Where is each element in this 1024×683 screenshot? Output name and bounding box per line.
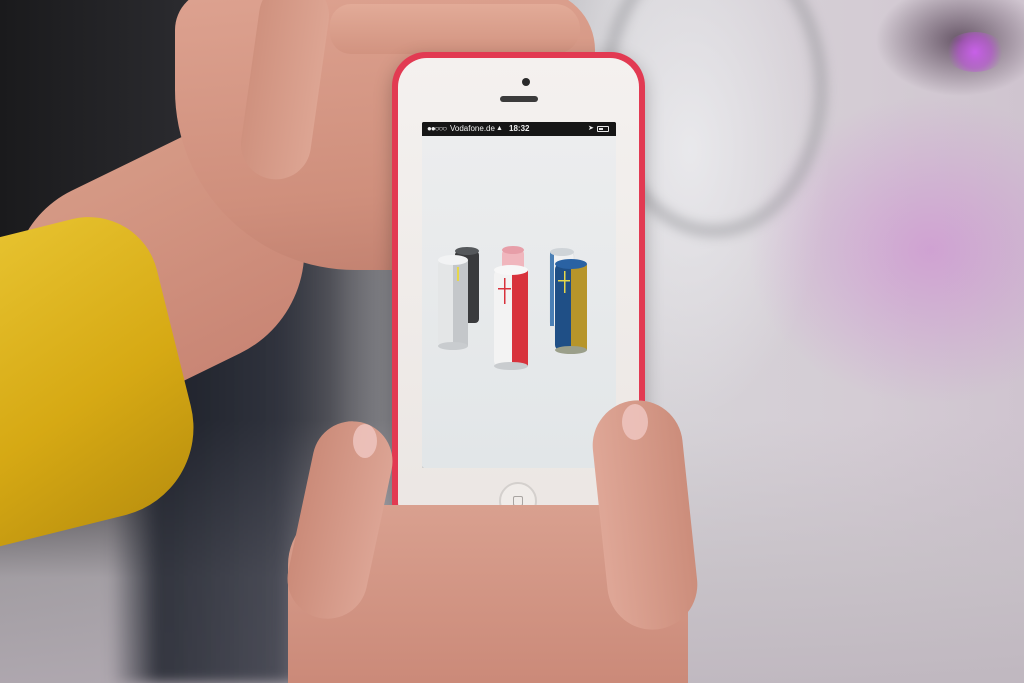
phone-screen[interactable]: ●●○○○ Vodafone.de ▲ 18:32 ➤ (422, 122, 616, 468)
location-arrow-icon: ➤ (588, 125, 594, 132)
speaker-white-front[interactable] (438, 255, 468, 350)
fingernail (622, 404, 648, 440)
front-camera-icon (522, 78, 530, 86)
purple-light-spot (945, 32, 1005, 72)
speaker-blue-yellow-front[interactable] (555, 259, 587, 354)
photo-scene: ●●○○○ Vodafone.de ▲ 18:32 ➤ (0, 0, 1024, 683)
speaker-product-lineup (438, 246, 587, 370)
status-bar: ●●○○○ Vodafone.de ▲ 18:32 ➤ (422, 122, 616, 136)
earpiece-speaker (500, 96, 538, 102)
battery-icon (597, 126, 609, 132)
thumbnail (353, 424, 377, 458)
upper-finger (330, 4, 580, 54)
carrier-name: Vodafone.de (450, 124, 495, 133)
signal-strength-icon: ●●○○○ (427, 124, 447, 133)
status-time: 18:32 (509, 124, 530, 133)
app-view[interactable] (422, 136, 616, 468)
wifi-icon: ▲ (496, 125, 503, 132)
battery-level (599, 128, 603, 130)
speaker-red-white-front[interactable] (494, 265, 528, 370)
